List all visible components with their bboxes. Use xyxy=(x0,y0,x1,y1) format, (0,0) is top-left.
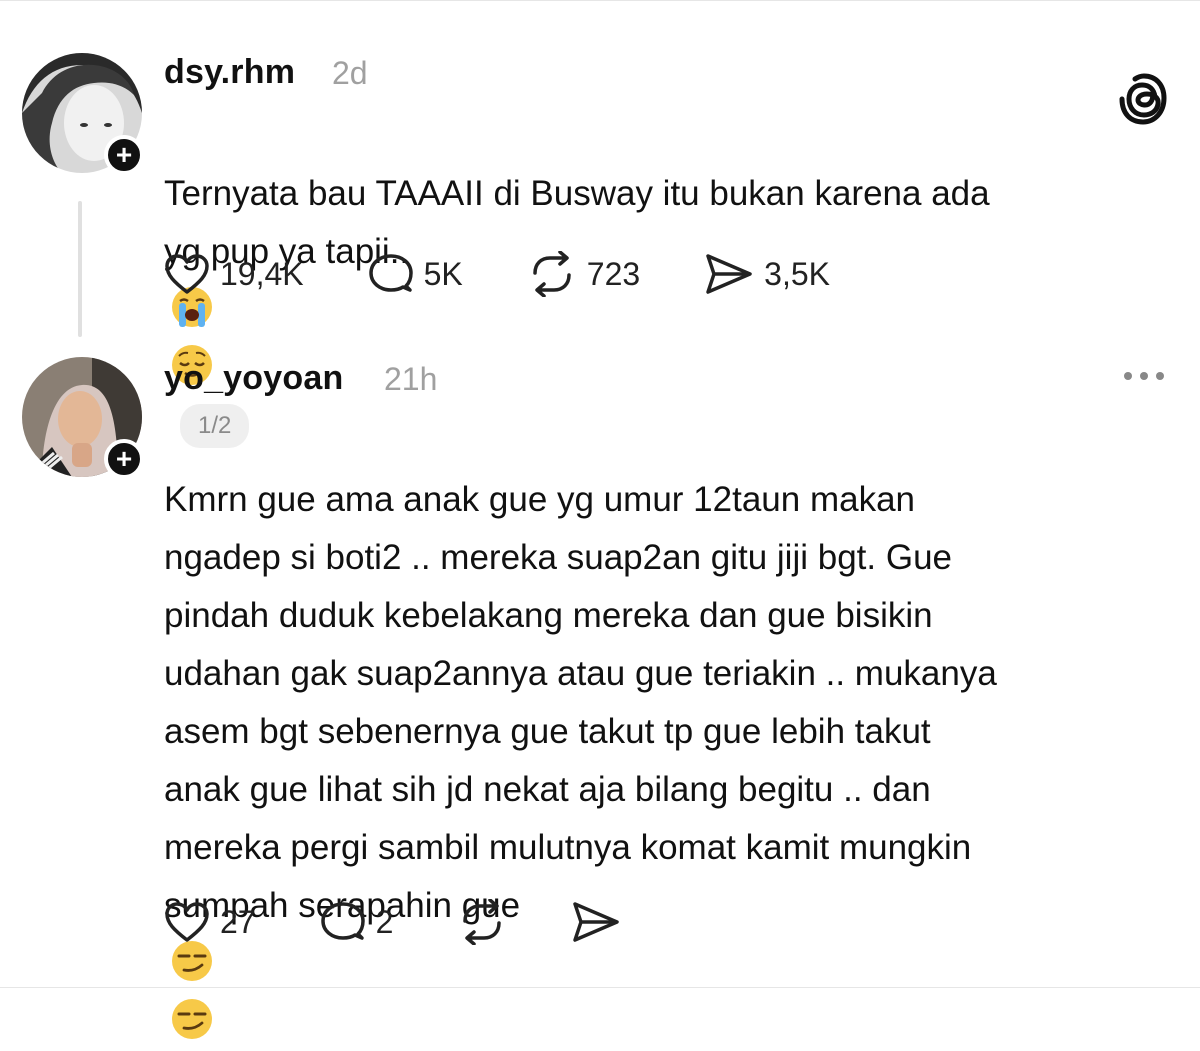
heart-icon xyxy=(165,254,209,294)
repost-button[interactable] xyxy=(457,899,507,945)
follow-plus-icon[interactable]: + xyxy=(104,135,144,175)
follow-plus-icon[interactable]: + xyxy=(104,439,144,479)
post-time: 2d xyxy=(332,55,368,91)
smirking-face-icon xyxy=(172,941,212,981)
post-actions: 27 2 xyxy=(164,899,621,945)
post-body: Kmrn gue ama anak gue yg umur 12taun mak… xyxy=(164,413,1174,1051)
like-count: 27 xyxy=(220,903,256,940)
post-username[interactable]: dsy.rhm xyxy=(164,53,295,92)
avatar[interactable]: + xyxy=(22,357,144,479)
reply-count: 5K xyxy=(423,255,463,292)
send-icon xyxy=(573,902,620,942)
share-button[interactable] xyxy=(571,900,621,944)
comment-icon xyxy=(320,902,365,940)
like-count: 19,4K xyxy=(220,255,304,292)
repost-icon xyxy=(463,899,502,945)
reply-button[interactable]: 5K xyxy=(368,252,463,296)
thread-connector-line xyxy=(78,201,82,337)
share-button[interactable]: 3,5K xyxy=(704,252,830,296)
avatar[interactable]: + xyxy=(22,53,144,175)
like-button[interactable]: 27 xyxy=(164,900,256,944)
post-username[interactable]: yo_yoyoan xyxy=(164,359,343,398)
reply-button[interactable]: 2 xyxy=(320,900,394,944)
repost-button[interactable]: 723 xyxy=(527,251,640,297)
send-icon xyxy=(706,254,752,294)
more-horizontal-icon[interactable] xyxy=(1120,367,1168,385)
post-text: Kmrn gue ama anak gue yg umur 12taun mak… xyxy=(164,480,997,925)
heart-icon xyxy=(165,902,209,942)
reply-count: 2 xyxy=(375,903,394,940)
repost-count: 723 xyxy=(586,255,641,292)
post-time: 21h xyxy=(384,361,438,397)
comment-icon xyxy=(368,254,413,292)
repost-icon xyxy=(533,251,571,297)
like-button[interactable]: 19,4K xyxy=(164,252,304,296)
share-count: 3,5K xyxy=(764,255,830,292)
thread-view: + dsy.rhm 2d Ternyata bau TAAAII di Busw… xyxy=(0,0,1200,1039)
post-actions: 19,4K 5K 723 3,5K xyxy=(164,251,830,297)
smirking-face-icon xyxy=(172,999,212,1039)
